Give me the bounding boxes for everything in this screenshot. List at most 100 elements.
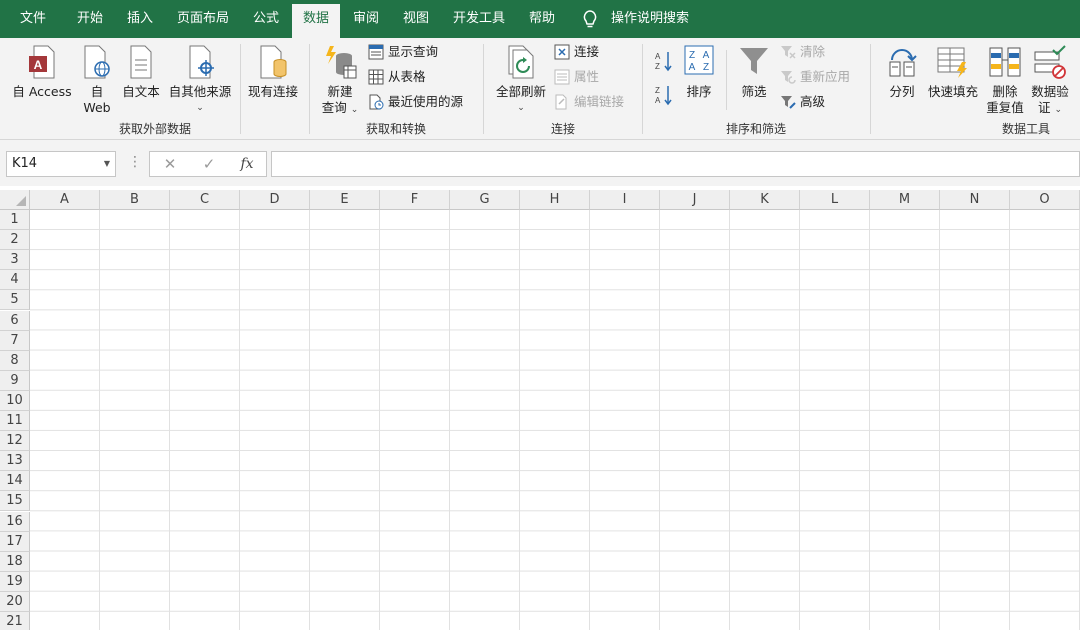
- column-header-i[interactable]: I: [590, 190, 660, 210]
- from-table-button[interactable]: 从表格: [368, 67, 426, 87]
- cancel-icon[interactable]: ✕: [158, 152, 182, 176]
- cell-area[interactable]: [30, 210, 1080, 630]
- remove-duplicates-label-1: 删除: [992, 84, 1018, 99]
- from-text-button[interactable]: 自文本: [118, 44, 164, 100]
- enter-check-icon[interactable]: ✓: [197, 152, 221, 176]
- tab-developer[interactable]: 开发工具: [446, 0, 512, 38]
- column-header-g[interactable]: G: [450, 190, 520, 210]
- clear-filter-button[interactable]: 清除: [780, 42, 825, 62]
- row-header-12[interactable]: 12: [0, 431, 30, 452]
- column-header-j[interactable]: J: [660, 190, 730, 210]
- row-header-2[interactable]: 2: [0, 230, 30, 251]
- column-header-a[interactable]: A: [30, 190, 100, 210]
- tab-page-layout[interactable]: 页面布局: [170, 0, 236, 38]
- text-file-icon: [130, 45, 152, 79]
- remove-duplicates-label-2: 重复值: [986, 100, 1024, 115]
- recent-sources-button[interactable]: 最近使用的源: [368, 92, 463, 112]
- new-query-button[interactable]: 新建 查询 ⌄: [316, 44, 364, 118]
- tab-formulas[interactable]: 公式: [244, 0, 288, 38]
- row-header-21[interactable]: 21: [0, 612, 30, 630]
- column-header-b[interactable]: B: [100, 190, 170, 210]
- row-header-11[interactable]: 11: [0, 411, 30, 431]
- connections-icon: [554, 44, 570, 60]
- column-header-m[interactable]: M: [870, 190, 940, 210]
- tab-file[interactable]: 文件: [8, 0, 58, 38]
- row-header-14[interactable]: 14: [0, 471, 30, 492]
- data-validation-label-1: 数据验: [1031, 84, 1069, 99]
- text-to-columns-button[interactable]: 分列: [882, 44, 922, 100]
- sort-ascending-button[interactable]: A Z: [652, 50, 676, 76]
- row-header-15[interactable]: 15: [0, 491, 30, 512]
- flash-fill-button[interactable]: 快速填充: [924, 44, 982, 100]
- row-header-17[interactable]: 17: [0, 531, 30, 552]
- column-header-f[interactable]: F: [380, 190, 450, 210]
- lightbulb-icon[interactable]: [582, 10, 598, 30]
- svg-text:Z: Z: [655, 86, 660, 95]
- existing-connections-button[interactable]: 现有连接: [244, 44, 302, 100]
- row-header-13[interactable]: 13: [0, 451, 30, 472]
- column-header-k[interactable]: K: [730, 190, 800, 210]
- row-header-19[interactable]: 19: [0, 571, 30, 592]
- tab-insert[interactable]: 插入: [116, 0, 164, 38]
- tab-view[interactable]: 视图: [394, 0, 438, 38]
- flash-fill-icon: [937, 47, 967, 78]
- refresh-all-label: 全部刷新: [495, 84, 546, 99]
- row-header-5[interactable]: 5: [0, 290, 30, 311]
- show-queries-button[interactable]: 显示查询: [368, 42, 438, 62]
- from-web-button[interactable]: 自 Web: [80, 44, 114, 116]
- column-header-l[interactable]: L: [800, 190, 870, 210]
- insert-function-icon[interactable]: fx: [235, 152, 259, 176]
- data-validation-button[interactable]: 数据验 证 ⌄: [1028, 44, 1072, 118]
- new-query-label-2: 查询: [321, 100, 347, 115]
- select-all-button[interactable]: [0, 190, 30, 210]
- row-header-1[interactable]: 1: [0, 210, 30, 230]
- from-other-sources-button[interactable]: 自其他来源 ⌄: [164, 44, 236, 116]
- column-header-o[interactable]: O: [1010, 190, 1080, 210]
- column-header-e[interactable]: E: [310, 190, 380, 210]
- tell-me-search[interactable]: 操作说明搜索: [604, 0, 696, 38]
- sort-button[interactable]: Z A A Z 排序: [680, 44, 718, 100]
- advanced-filter-icon: [781, 96, 796, 109]
- edit-links-button[interactable]: 编辑链接: [554, 92, 624, 112]
- row-header-9[interactable]: 9: [0, 370, 30, 391]
- row-header-6[interactable]: 6: [0, 310, 30, 331]
- row-header-10[interactable]: 10: [0, 390, 30, 411]
- text-to-columns-icon: [889, 49, 917, 77]
- tab-data[interactable]: 数据: [292, 4, 340, 38]
- properties-button[interactable]: 属性: [554, 67, 599, 87]
- reapply-label: 重新应用: [800, 69, 851, 84]
- row-header-18[interactable]: 18: [0, 551, 30, 572]
- flash-fill-label: 快速填充: [927, 84, 978, 99]
- connections-button[interactable]: 连接: [554, 42, 599, 62]
- group-label-data-tools: 数据工具: [1001, 122, 1050, 136]
- name-box[interactable]: K14 ▼: [6, 151, 116, 177]
- row-header-20[interactable]: 20: [0, 591, 30, 612]
- worksheet-grid[interactable]: ABCDEFGHIJKLMNO 1 2 3 4 5 6 7 8 9 10 11 12 13 14 15 16 1…: [0, 190, 1080, 630]
- more-options-icon[interactable]: ⋮: [128, 154, 142, 170]
- tab-help[interactable]: 帮助: [520, 0, 564, 38]
- sort-descending-button[interactable]: Z A: [652, 84, 676, 110]
- column-header-c[interactable]: C: [170, 190, 240, 210]
- reapply-button[interactable]: 重新应用: [780, 67, 850, 87]
- remove-duplicates-button[interactable]: 删除 重复值: [984, 44, 1026, 116]
- tab-home[interactable]: 开始: [66, 0, 114, 38]
- row-header-8[interactable]: 8: [0, 350, 30, 371]
- row-header-3[interactable]: 3: [0, 250, 30, 271]
- column-header-h[interactable]: H: [520, 190, 590, 210]
- edit-links-icon: [555, 94, 567, 110]
- filter-button[interactable]: 筛选: [734, 44, 774, 100]
- from-web-label-2: Web: [83, 100, 111, 115]
- chevron-down-icon[interactable]: ▼: [104, 152, 110, 176]
- svg-text:A: A: [655, 52, 661, 61]
- row-header-7[interactable]: 7: [0, 330, 30, 351]
- column-header-d[interactable]: D: [240, 190, 310, 210]
- row-header-16[interactable]: 16: [0, 511, 30, 532]
- formula-input[interactable]: [271, 151, 1080, 177]
- from-access-button[interactable]: A 自 Access: [4, 44, 80, 100]
- data-validation-icon: [1034, 45, 1066, 79]
- row-header-4[interactable]: 4: [0, 270, 30, 291]
- refresh-all-button[interactable]: 全部刷新 ⌄: [492, 44, 550, 116]
- tab-review[interactable]: 审阅: [344, 0, 388, 38]
- column-header-n[interactable]: N: [940, 190, 1010, 210]
- advanced-filter-button[interactable]: 高级: [780, 92, 825, 112]
